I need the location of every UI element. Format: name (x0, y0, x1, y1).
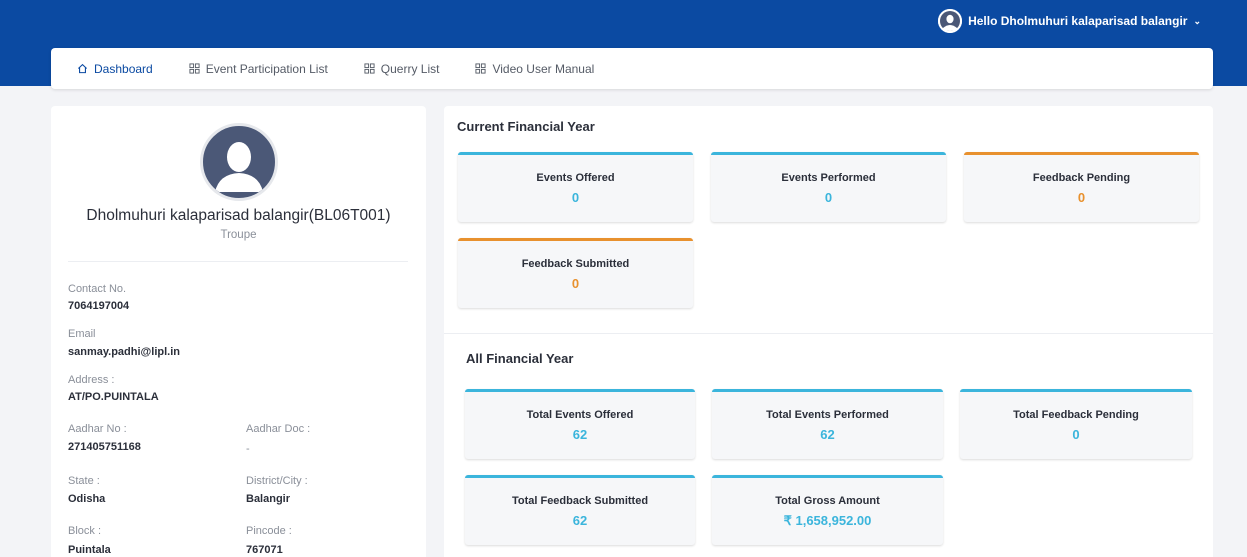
contact-value: 7064197004 (68, 300, 130, 312)
user-menu[interactable]: Hello Dholmuhuri kalaparisad balangir ⌄ (938, 9, 1201, 33)
stat-card-total-feedback-pending[interactable]: Total Feedback Pending 0 (960, 389, 1192, 459)
stat-card-feedback-pending[interactable]: Feedback Pending 0 (964, 152, 1199, 222)
district-label: District/City : (246, 475, 308, 487)
stat-label: Total Events Offered (526, 409, 634, 421)
block-label: Block : (68, 525, 102, 537)
all-fy-title: All Financial Year (466, 351, 574, 366)
stat-label: Total Gross Amount (775, 495, 880, 507)
divider (68, 261, 408, 262)
state-label: State : (68, 475, 100, 487)
stat-card-total-feedback-submitted[interactable]: Total Feedback Submitted 62 (465, 475, 695, 545)
email-label: Email (68, 328, 96, 340)
aadhar-value: 271405751168 (68, 441, 141, 453)
stat-card-total-gross-amount[interactable]: Total Gross Amount ₹ 1,658,952.00 (712, 475, 943, 545)
stat-value: 0 (1077, 190, 1086, 205)
nav-item-event-participation-list[interactable]: Event Participation List (189, 62, 328, 76)
nav-item-video-user-manual[interactable]: Video User Manual (475, 62, 594, 76)
nav-item-label: Event Participation List (205, 61, 328, 76)
contact-label: Contact No. (68, 283, 127, 295)
district-value: Balangir (246, 493, 291, 505)
nav-item-label: Video User Manual (492, 61, 595, 76)
profile-card: Dholmuhuri kalaparisad balangir(BL06T001… (51, 106, 426, 557)
stat-card-events-offered[interactable]: Events Offered 0 (458, 152, 693, 222)
nav-item-dashboard[interactable]: Dashboard (77, 62, 153, 76)
block-value: Puintala (68, 544, 111, 556)
aadhar-label: Aadhar No : (68, 423, 127, 435)
profile-name: Dholmuhuri kalaparisad balangir(BL06T001… (86, 207, 391, 224)
stat-value: 62 (572, 427, 588, 442)
stat-label: Total Feedback Submitted (511, 495, 649, 507)
main-nav: Dashboard Event Participation List Querr… (51, 48, 1213, 89)
stat-card-feedback-submitted[interactable]: Feedback Submitted 0 (458, 238, 693, 308)
pincode-value: 767071 (246, 544, 283, 556)
chevron-down-icon: ⌄ (1193, 15, 1201, 26)
stat-card-events-performed[interactable]: Events Performed 0 (711, 152, 946, 222)
stat-label: Total Feedback Pending (1013, 409, 1139, 421)
aadhar-doc-value: - (246, 443, 250, 455)
state-value: Odisha (68, 493, 106, 505)
stat-label: Feedback Submitted (521, 258, 630, 270)
stat-value: 0 (571, 190, 580, 205)
stat-value: 0 (571, 276, 580, 291)
stat-label: Feedback Pending (1032, 172, 1131, 184)
user-greeting: Hello Dholmuhuri kalaparisad balangir (968, 14, 1188, 28)
home-icon (77, 63, 88, 74)
stat-value: 0 (1072, 427, 1080, 442)
stat-value: 62 (572, 513, 588, 528)
section-divider (444, 333, 1213, 334)
address-label: Address : (68, 374, 115, 386)
stat-value: 0 (824, 190, 833, 205)
profile-role: Troupe (220, 229, 257, 241)
grid-icon (189, 63, 200, 74)
stat-value: ₹ 1,658,952.00 (783, 513, 872, 528)
stat-card-total-events-performed[interactable]: Total Events Performed 62 (712, 389, 943, 459)
nav-item-label: Querry List (380, 61, 440, 76)
stat-label: Events Performed (781, 172, 876, 184)
grid-icon (364, 63, 375, 74)
nav-item-label: Dashboard (94, 61, 153, 76)
current-fy-title: Current Financial Year (457, 119, 595, 134)
user-silhouette-icon (215, 142, 263, 192)
pincode-label: Pincode : (246, 525, 292, 537)
nav-item-querry-list[interactable]: Querry List (364, 61, 440, 76)
avatar (200, 123, 278, 201)
grid-icon (475, 63, 487, 74)
email-value: sanmay.padhi@lipl.in (68, 346, 180, 358)
user-avatar-icon (938, 9, 963, 33)
stats-panel: Current Financial Year Events Offered 0 … (444, 106, 1213, 557)
stat-value: 62 (820, 427, 835, 442)
aadhar-doc-label: Aadhar Doc : (246, 423, 311, 435)
stat-card-total-events-offered[interactable]: Total Events Offered 62 (465, 389, 695, 459)
stat-label: Events Offered (536, 172, 615, 184)
address-value: AT/PO.PUINTALA (68, 391, 159, 403)
stat-label: Total Events Performed (766, 409, 889, 421)
